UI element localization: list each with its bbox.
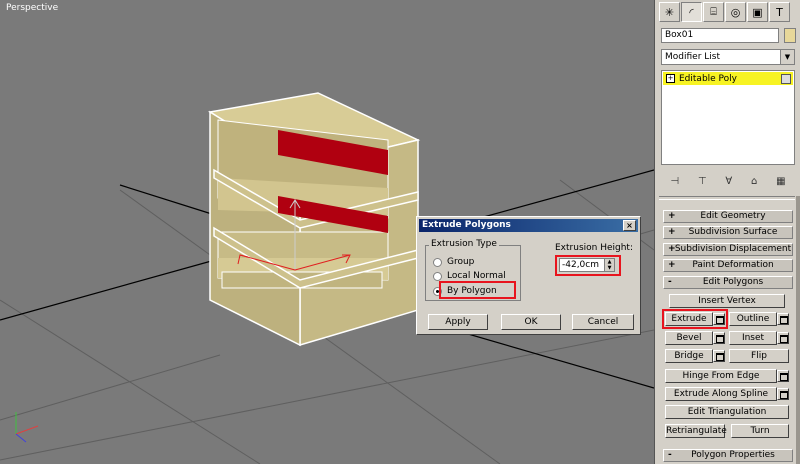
turn-button[interactable]: Turn bbox=[731, 424, 789, 438]
motion-icon[interactable]: ◎ bbox=[725, 2, 746, 22]
axis-tripod-icon bbox=[15, 412, 39, 443]
create-icon[interactable]: ✳ bbox=[659, 2, 680, 22]
extrude-along-spline-button[interactable]: Extrude Along Spline bbox=[665, 387, 777, 401]
bridge-button[interactable]: Bridge bbox=[665, 349, 713, 363]
cancel-button[interactable]: Cancel bbox=[572, 314, 634, 330]
hierarchy-icon[interactable]: ⌸ bbox=[703, 2, 724, 22]
rollout-paint-deformation[interactable]: + Paint Deformation bbox=[663, 259, 793, 272]
rollout-subdivision-displacement[interactable]: + Subdivision Displacement bbox=[663, 243, 793, 256]
bevel-settings-button[interactable] bbox=[713, 332, 725, 344]
expand-icon[interactable]: + bbox=[666, 74, 675, 83]
shelf-object[interactable] bbox=[207, 92, 421, 347]
radio-label: Group bbox=[447, 257, 475, 267]
command-panel-scrollbar[interactable] bbox=[796, 196, 800, 464]
modifier-list-label: Modifier List bbox=[665, 52, 720, 62]
stack-buttons: ⊣ ⊤ ∀ ⌂ ▦ bbox=[661, 172, 795, 190]
outline-button[interactable]: Outline bbox=[729, 312, 777, 326]
rollout-title: Polygon Properties bbox=[691, 450, 775, 460]
radio-group[interactable]: Group bbox=[433, 257, 474, 267]
extrude-polygons-dialog: Extrude Polygons × Extrusion Type Group … bbox=[416, 216, 641, 335]
extrude-highlight bbox=[662, 309, 728, 329]
chevron-down-icon[interactable]: ▼ bbox=[780, 50, 794, 64]
viewport-label[interactable]: Perspective bbox=[6, 3, 58, 13]
rollout-title: Subdivision Displacement bbox=[674, 244, 792, 254]
insert-vertex-button[interactable]: Insert Vertex bbox=[669, 294, 785, 308]
rollout-title: Paint Deformation bbox=[692, 260, 774, 270]
edit-triangulation-button[interactable]: Edit Triangulation bbox=[665, 405, 789, 419]
stack-item-editable-poly[interactable]: + Editable Poly bbox=[663, 72, 793, 85]
radio-label: Local Normal bbox=[447, 271, 506, 281]
pin-stack-icon[interactable]: ⊣ bbox=[670, 176, 679, 187]
stack-item-label: Editable Poly bbox=[679, 73, 737, 84]
modifier-stack: + Editable Poly bbox=[661, 70, 795, 165]
configure-sets-icon[interactable]: ▦ bbox=[776, 176, 785, 187]
radio-button-icon bbox=[433, 271, 442, 281]
modifier-list-dropdown[interactable]: Modifier List ▼ bbox=[661, 49, 795, 65]
by-polygon-highlight bbox=[439, 281, 516, 299]
command-panel-tabs: ✳ ◜ ⌸ ◎ ▣ T bbox=[657, 2, 797, 24]
radio-local-normal[interactable]: Local Normal bbox=[433, 271, 506, 281]
utilities-icon[interactable]: T bbox=[769, 2, 790, 22]
inset-button[interactable]: Inset bbox=[729, 331, 777, 345]
rollout-title: Edit Polygons bbox=[702, 277, 764, 287]
bridge-settings-button[interactable] bbox=[713, 350, 725, 362]
make-unique-icon[interactable]: ∀ bbox=[725, 176, 732, 187]
rollout-subdivision-surface[interactable]: + Subdivision Surface bbox=[663, 226, 793, 239]
outline-settings-button[interactable] bbox=[777, 313, 789, 325]
extrude-spline-settings-button[interactable] bbox=[777, 388, 789, 400]
object-type-icon bbox=[781, 74, 791, 84]
bevel-button[interactable]: Bevel bbox=[665, 331, 713, 345]
dialog-titlebar[interactable]: Extrude Polygons × bbox=[419, 219, 638, 232]
rollout-polygon-properties[interactable]: - Polygon Properties bbox=[663, 449, 793, 462]
height-highlight bbox=[555, 255, 621, 276]
close-icon[interactable]: × bbox=[623, 220, 636, 231]
modify-icon[interactable]: ◜ bbox=[681, 2, 702, 22]
rollout-title: Edit Geometry bbox=[700, 211, 766, 221]
object-color-swatch[interactable] bbox=[784, 28, 796, 43]
retriangulate-button[interactable]: Retriangulate bbox=[665, 424, 727, 438]
hinge-settings-button[interactable] bbox=[777, 370, 789, 382]
flip-button[interactable]: Flip bbox=[729, 349, 789, 363]
show-end-result-icon[interactable]: ⊤ bbox=[698, 176, 707, 187]
rollout-title: Subdivision Surface bbox=[688, 227, 778, 237]
command-panel: ✳ ◜ ⌸ ◎ ▣ T Box01 Modifier List ▼ + Edit… bbox=[655, 0, 800, 464]
hinge-from-edge-button[interactable]: Hinge From Edge bbox=[665, 369, 777, 383]
apply-button[interactable]: Apply bbox=[428, 314, 488, 330]
inset-settings-button[interactable] bbox=[777, 332, 789, 344]
rollout-edit-geometry[interactable]: + Edit Geometry bbox=[663, 210, 793, 223]
extrusion-type-label: Extrusion Type bbox=[429, 239, 499, 249]
dialog-title: Extrude Polygons bbox=[422, 220, 511, 230]
extrusion-height-label: Extrusion Height: bbox=[555, 243, 633, 253]
rollout-edit-polygons[interactable]: - Edit Polygons bbox=[663, 276, 793, 289]
display-icon[interactable]: ▣ bbox=[747, 2, 768, 22]
remove-modifier-icon[interactable]: ⌂ bbox=[751, 176, 757, 187]
object-name-field[interactable]: Box01 bbox=[661, 28, 779, 43]
ok-button[interactable]: OK bbox=[501, 314, 561, 330]
divider bbox=[659, 196, 795, 200]
radio-button-icon bbox=[433, 257, 442, 267]
